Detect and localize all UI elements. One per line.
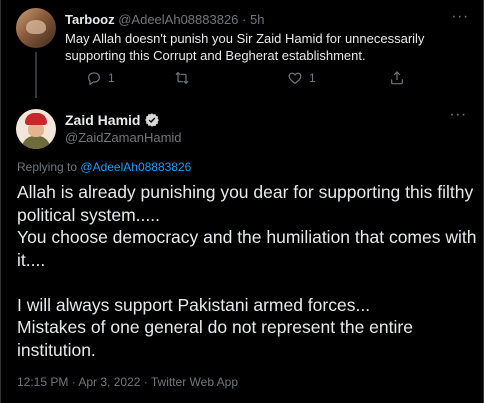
like-button[interactable]: 1 [287, 69, 316, 87]
thread-connector-line [35, 52, 37, 98]
replying-to-handle-link[interactable]: @AdeelAh08883826 [80, 160, 191, 174]
share-icon [391, 71, 403, 85]
tweet-text: May Allah doesn't punish you Sir Zaid Ha… [65, 31, 425, 63]
action-bar: 1 1 [65, 69, 415, 87]
handle[interactable]: @ZaidZamanHamid [65, 130, 182, 145]
avatar[interactable] [16, 8, 56, 48]
tweet-text: Allah is already punishing you dear for … [17, 182, 477, 360]
reply-icon [88, 72, 100, 86]
avatar-body [22, 136, 50, 149]
heart-icon [288, 72, 302, 85]
tweet-metadata[interactable]: 12:15 PM · Apr 3, 2022 · Twitter Web App [17, 375, 238, 389]
display-name-row[interactable]: Zaid Hamid [65, 112, 160, 128]
handle[interactable]: @AdeelAh08883826 [118, 12, 238, 27]
separator: · [242, 12, 247, 27]
like-count: 1 [309, 71, 316, 85]
replying-to-label: Replying to [17, 160, 78, 174]
reply-button[interactable]: 1 [86, 69, 115, 87]
more-dots-icon[interactable]: ··· [449, 107, 467, 128]
replying-to-line: Replying to @AdeelAh08883826 [17, 160, 191, 174]
retweet-button[interactable] [174, 69, 190, 87]
display-name[interactable]: Zaid Hamid [65, 112, 140, 128]
timestamp[interactable]: 5h [250, 12, 264, 27]
tweet-thread: Tarbooz @AdeelAh08883826 · 5h ··· May Al… [0, 0, 484, 403]
avatar-face [28, 123, 44, 137]
avatar-cap [25, 113, 47, 125]
parent-tweet-header: Tarbooz @AdeelAh08883826 · 5h [65, 12, 264, 27]
more-dots-icon[interactable]: ··· [451, 9, 469, 30]
retweet-icon [175, 71, 189, 85]
parent-tweet[interactable]: Tarbooz @AdeelAh08883826 · 5h ··· May Al… [1, 0, 484, 98]
avatar[interactable] [16, 109, 56, 149]
reply-count: 1 [108, 71, 115, 85]
verified-badge-icon [145, 113, 160, 127]
share-button[interactable] [389, 69, 405, 87]
display-name[interactable]: Tarbooz [65, 12, 115, 27]
